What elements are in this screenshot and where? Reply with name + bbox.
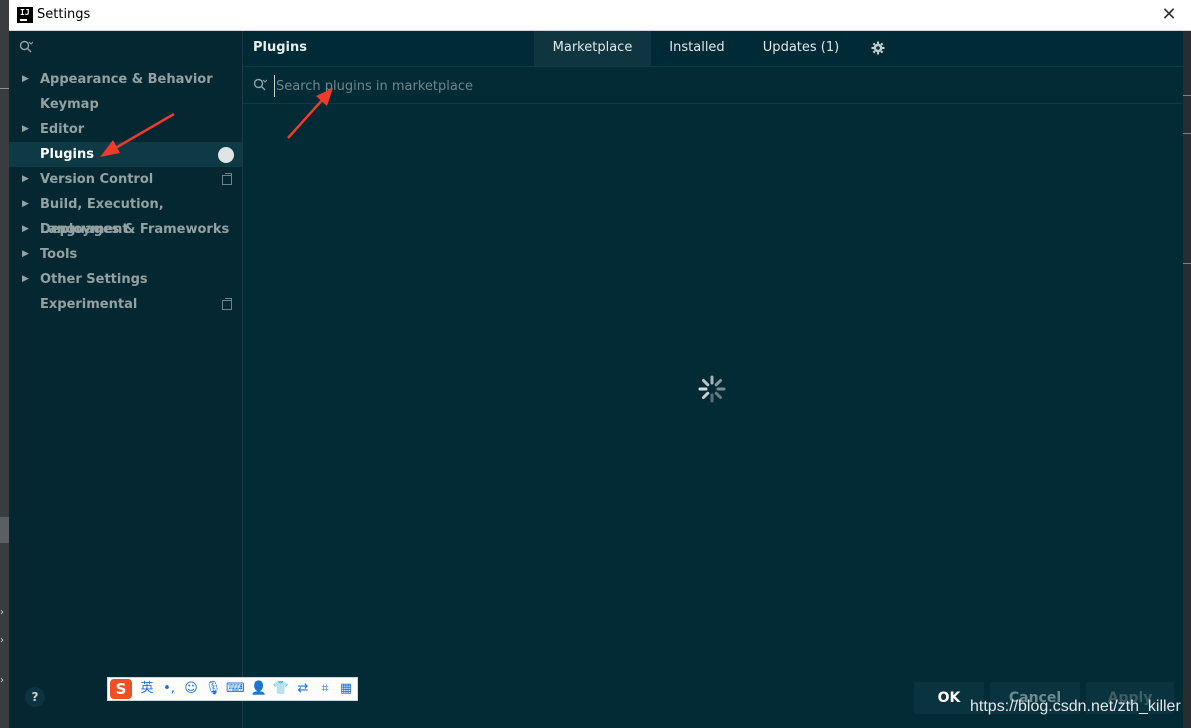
help-button[interactable]: ? bbox=[25, 687, 45, 707]
plugin-search-row bbox=[243, 67, 1183, 104]
emoji-icon[interactable]: ☺ bbox=[182, 680, 200, 698]
sidebar-item-keymap[interactable]: Keymap bbox=[9, 92, 242, 117]
sidebar-item-other-settings[interactable]: ▶ Other Settings bbox=[9, 267, 242, 292]
sidebar-item-label: Experimental bbox=[40, 297, 138, 312]
microphone-icon[interactable]: 🎙 bbox=[204, 680, 222, 698]
tab-marketplace[interactable]: Marketplace bbox=[534, 31, 651, 66]
ime-punctuation-toggle[interactable]: •, bbox=[160, 680, 178, 698]
sidebar-item-version-control[interactable]: ▶ Version Control bbox=[9, 167, 242, 192]
bg-chevron-icon: › bbox=[0, 675, 4, 686]
sidebar-item-label: Other Settings bbox=[40, 272, 148, 287]
page-title: Plugins bbox=[253, 40, 307, 55]
expand-arrow-icon[interactable]: ▶ bbox=[22, 192, 29, 217]
expand-arrow-icon[interactable]: ▶ bbox=[22, 117, 29, 142]
sidebar-item-label: Languages & Frameworks bbox=[40, 222, 230, 237]
sidebar-item-label: Editor bbox=[40, 122, 85, 137]
project-settings-icon bbox=[222, 298, 232, 310]
user-icon[interactable]: 👤 bbox=[250, 680, 268, 698]
grid-menu-icon[interactable]: ▦ bbox=[337, 680, 355, 698]
bg-mark bbox=[1183, 263, 1191, 264]
settings-dialog: IJ Settings ✕ ▶ Appearance & Behavior Ke… bbox=[9, 0, 1191, 728]
tab-updates[interactable]: Updates (1) bbox=[751, 31, 851, 66]
window-title: Settings bbox=[37, 7, 91, 22]
background-window-strip: › › › bbox=[0, 0, 9, 728]
gear-icon[interactable] bbox=[871, 41, 885, 55]
bg-chevron-icon: › bbox=[0, 607, 4, 618]
expand-arrow-icon[interactable]: ▶ bbox=[22, 167, 29, 192]
sidebar-item-experimental[interactable]: Experimental bbox=[9, 292, 242, 317]
settings-tree: ▶ Appearance & Behavior Keymap ▶ Editor … bbox=[9, 67, 242, 317]
sidebar-item-label: Version Control bbox=[40, 172, 154, 187]
keyboard-icon[interactable]: ⌨ bbox=[226, 680, 245, 698]
ime-language-toggle[interactable]: 英 bbox=[138, 680, 156, 698]
bg-mark bbox=[0, 88, 9, 89]
bg-mark bbox=[1183, 133, 1191, 134]
tab-installed[interactable]: Installed bbox=[657, 31, 737, 66]
close-icon[interactable]: ✕ bbox=[1157, 3, 1181, 27]
bg-mark bbox=[1183, 95, 1191, 96]
search-icon bbox=[253, 78, 267, 91]
expand-arrow-icon[interactable]: ▶ bbox=[22, 267, 29, 292]
plugins-header: Plugins Marketplace Installed Updates (1… bbox=[243, 31, 1183, 67]
translate-icon[interactable]: ⇄ bbox=[294, 680, 312, 698]
sidebar-item-editor[interactable]: ▶ Editor bbox=[9, 117, 242, 142]
sidebar-search[interactable] bbox=[9, 31, 242, 65]
plugins-panel: Plugins Marketplace Installed Updates (1… bbox=[243, 31, 1183, 728]
project-settings-icon bbox=[222, 173, 232, 185]
expand-arrow-icon[interactable]: ▶ bbox=[22, 67, 29, 92]
sidebar-item-build[interactable]: ▶ Build, Execution, Deployment bbox=[9, 192, 242, 237]
expand-arrow-icon[interactable]: ▶ bbox=[22, 242, 29, 267]
sidebar-item-appearance-behavior[interactable]: ▶ Appearance & Behavior bbox=[9, 67, 242, 92]
titlebar: IJ Settings ✕ bbox=[9, 0, 1191, 31]
bg-chevron-icon: › bbox=[0, 635, 4, 646]
loading-spinner-icon bbox=[698, 375, 726, 403]
skin-icon[interactable]: 👕 bbox=[272, 680, 290, 698]
expand-arrow-icon[interactable]: ▶ bbox=[22, 217, 29, 242]
crop-icon[interactable]: ⌗ bbox=[316, 680, 334, 698]
sogou-logo-icon[interactable]: S bbox=[110, 679, 132, 699]
ime-toolbar: S 英 •, ☺ 🎙 ⌨ 👤 👕 ⇄ ⌗ ▦ bbox=[107, 677, 358, 701]
sidebar-item-tools[interactable]: ▶ Tools bbox=[9, 242, 242, 267]
sidebar-item-label: Plugins bbox=[40, 147, 94, 162]
search-icon bbox=[19, 40, 33, 53]
sidebar-item-label: Appearance & Behavior bbox=[40, 72, 213, 87]
watermark: https://blog.csdn.net/zth_killer bbox=[970, 698, 1181, 715]
background-right-strip bbox=[1183, 30, 1191, 728]
plugins-status-dot bbox=[218, 147, 234, 163]
plugin-search-input[interactable] bbox=[274, 75, 1078, 97]
sidebar-item-plugins[interactable]: Plugins bbox=[9, 142, 242, 167]
sidebar-item-languages-frameworks[interactable]: ▶ Languages & Frameworks bbox=[9, 217, 242, 242]
sidebar-item-label: Tools bbox=[40, 247, 78, 262]
intellij-logo-icon: IJ bbox=[17, 7, 33, 23]
settings-sidebar: ▶ Appearance & Behavior Keymap ▶ Editor … bbox=[9, 31, 243, 728]
bg-block bbox=[0, 517, 9, 543]
sidebar-item-label: Keymap bbox=[40, 97, 99, 112]
